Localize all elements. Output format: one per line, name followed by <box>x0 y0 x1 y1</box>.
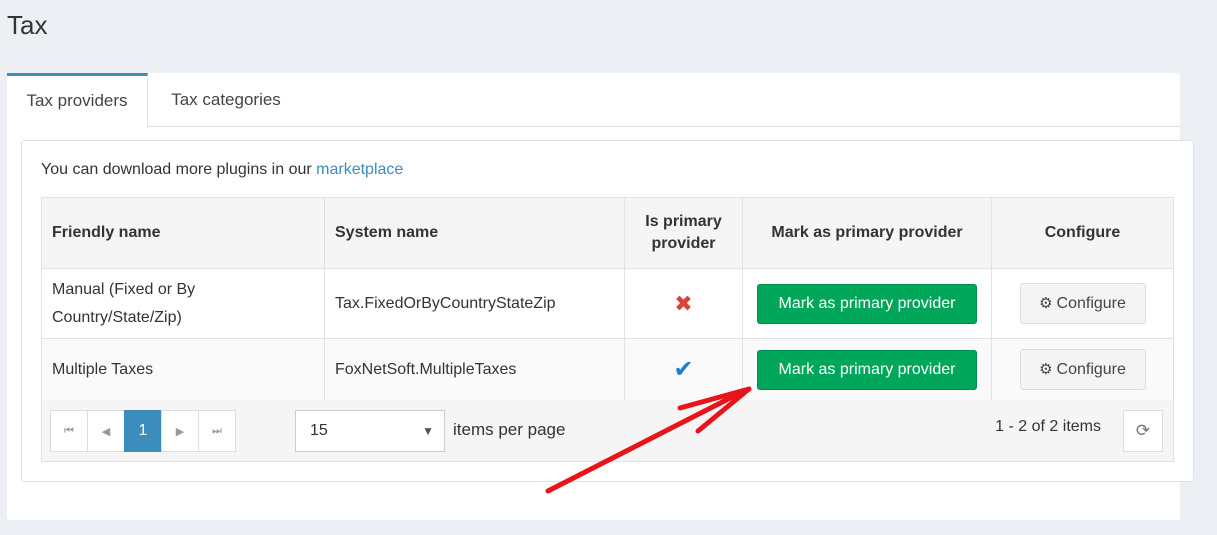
next-page-icon[interactable]: ▶ <box>161 410 199 452</box>
cell-is-primary: ✔ <box>624 338 743 401</box>
page-title: Tax <box>7 10 48 40</box>
configure-button[interactable]: ⚙ Configure <box>1019 349 1146 390</box>
providers-panel: You can download more plugins in our mar… <box>21 140 1194 482</box>
pager-bar: ⏮ ◀ 1 ▶ ⏭ 15 ▼ items per page 1 - 2 of 2… <box>41 400 1174 462</box>
pager: ⏮ ◀ 1 ▶ ⏭ <box>50 410 236 452</box>
page-size-value: 15 <box>310 422 328 439</box>
cell-mark-primary: Mark as primary provider <box>742 268 992 339</box>
items-per-page-label: items per page <box>453 420 566 439</box>
cell-friendly-name: Manual (Fixed or By Country/State/Zip) <box>41 268 325 339</box>
caret-down-icon: ▼ <box>422 424 434 438</box>
cell-system-name: FoxNetSoft.MultipleTaxes <box>324 338 625 401</box>
configure-button[interactable]: ⚙ Configure <box>1019 283 1146 324</box>
tab-tax-providers[interactable]: Tax providers <box>7 73 148 128</box>
header-mark-primary: Mark as primary provider <box>742 197 992 269</box>
cell-mark-primary: Mark as primary provider <box>742 338 992 401</box>
tab-bar: Tax providers Tax categories <box>7 73 1180 128</box>
mark-primary-button[interactable]: Mark as primary provider <box>757 349 977 390</box>
cell-friendly-name: Multiple Taxes <box>41 338 325 401</box>
table-header-row: Friendly name System name Is primary pro… <box>41 197 1174 269</box>
gear-icon: ⚙ <box>1039 295 1053 312</box>
cell-configure: ⚙ Configure <box>991 338 1174 401</box>
prev-page-icon[interactable]: ◀ <box>87 410 125 452</box>
cell-is-primary: ✖ <box>624 268 743 339</box>
providers-table: Friendly name System name Is primary pro… <box>41 197 1174 401</box>
check-icon: ✔ <box>673 356 694 383</box>
tab-tax-categories[interactable]: Tax categories <box>148 73 304 127</box>
cell-system-name: Tax.FixedOrByCountryStateZip <box>324 268 625 339</box>
items-info: 1 - 2 of 2 items <box>995 418 1101 435</box>
configure-label: Configure <box>1056 295 1126 312</box>
marketplace-link[interactable]: marketplace <box>316 161 403 178</box>
page-1-button[interactable]: 1 <box>124 410 162 452</box>
marketplace-info-text: You can download more plugins in our <box>41 161 317 178</box>
first-page-icon[interactable]: ⏮ <box>50 410 88 452</box>
tax-card: Tax providers Tax categories You can dow… <box>7 73 1194 520</box>
marketplace-info: You can download more plugins in our mar… <box>41 161 403 179</box>
header-friendly-name[interactable]: Friendly name <box>41 197 325 269</box>
cross-icon: ✖ <box>674 290 693 316</box>
header-configure: Configure <box>991 197 1174 269</box>
gear-icon: ⚙ <box>1039 361 1053 378</box>
mark-primary-button[interactable]: Mark as primary provider <box>757 283 977 324</box>
cell-configure: ⚙ Configure <box>991 268 1174 339</box>
last-page-icon[interactable]: ⏭ <box>198 410 236 452</box>
refresh-icon[interactable]: ⟳ <box>1123 410 1163 452</box>
table-row: Multiple Taxes FoxNetSoft.MultipleTaxes … <box>41 338 1174 401</box>
table-row: Manual (Fixed or By Country/State/Zip) T… <box>41 268 1174 339</box>
header-is-primary[interactable]: Is primary provider <box>624 197 743 269</box>
page-size-select[interactable]: 15 ▼ <box>295 410 445 452</box>
header-system-name[interactable]: System name <box>324 197 625 269</box>
configure-label: Configure <box>1056 361 1126 378</box>
